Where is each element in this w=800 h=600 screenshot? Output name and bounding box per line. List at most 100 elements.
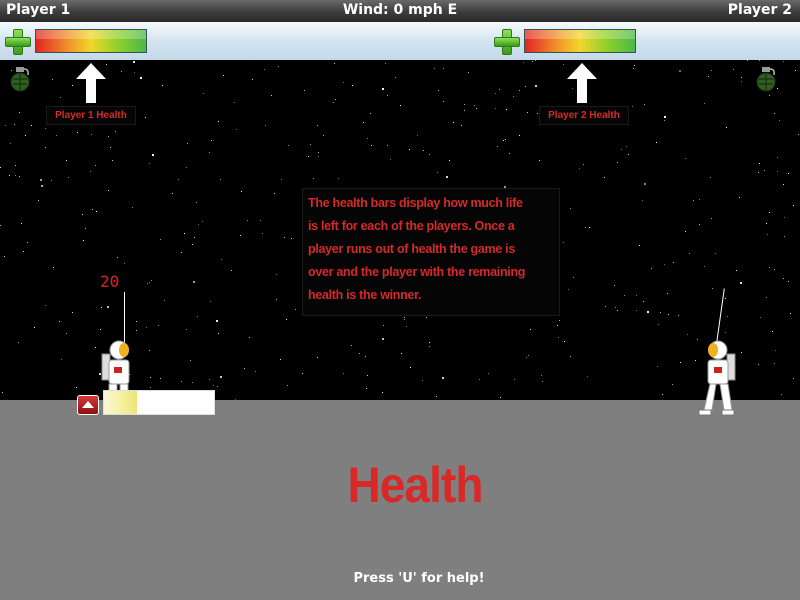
star	[464, 104, 465, 105]
star	[385, 63, 386, 64]
info-line: health is the winner.	[308, 288, 422, 302]
player1-up-arrow-icon	[76, 63, 106, 103]
star	[76, 387, 77, 388]
star	[769, 267, 770, 268]
wind-readout: Wind: 0 mph E	[342, 2, 458, 18]
star	[186, 329, 187, 330]
star	[31, 125, 32, 126]
star	[264, 69, 265, 70]
star	[777, 88, 778, 89]
star	[628, 154, 629, 155]
star	[585, 227, 586, 228]
star	[317, 125, 318, 126]
star	[108, 136, 109, 137]
star	[190, 360, 191, 361]
star	[758, 172, 759, 173]
star	[52, 79, 53, 80]
star	[223, 75, 224, 76]
star	[83, 240, 84, 241]
star	[255, 371, 256, 372]
star	[673, 262, 674, 263]
star	[51, 180, 52, 181]
star	[276, 274, 277, 275]
star	[365, 356, 366, 357]
star	[579, 168, 580, 169]
star	[788, 281, 789, 282]
star	[18, 342, 19, 343]
star	[651, 268, 652, 269]
star	[209, 379, 210, 380]
star	[685, 231, 686, 232]
star	[662, 394, 663, 395]
star	[634, 65, 635, 66]
star	[436, 396, 437, 397]
star	[45, 305, 46, 306]
star	[759, 163, 760, 164]
star	[211, 140, 212, 141]
star	[66, 333, 67, 334]
star	[271, 95, 272, 96]
player2-grenade-icon[interactable]	[755, 66, 777, 92]
star	[192, 382, 193, 383]
star	[383, 325, 384, 326]
star	[774, 269, 775, 270]
star	[699, 199, 700, 200]
star	[499, 89, 500, 90]
star	[192, 244, 193, 245]
star	[615, 307, 616, 308]
info-line: is left for each of the players. Once a	[308, 219, 515, 233]
star	[793, 378, 794, 379]
star	[766, 297, 767, 298]
star	[783, 184, 784, 185]
star	[795, 70, 796, 71]
star	[727, 316, 728, 317]
star	[798, 134, 799, 135]
info-line: The health bars display how much life	[308, 196, 523, 210]
star	[45, 147, 46, 148]
star	[136, 330, 137, 331]
star	[733, 69, 734, 70]
player2-astronaut[interactable]	[697, 340, 737, 416]
star	[741, 81, 742, 82]
star	[589, 227, 590, 228]
star	[570, 356, 571, 357]
star	[704, 266, 705, 267]
star	[390, 159, 391, 160]
star	[152, 154, 154, 156]
star	[164, 300, 165, 301]
star	[318, 156, 319, 157]
star	[77, 132, 78, 133]
star	[559, 320, 560, 321]
star	[711, 70, 712, 71]
power-increase-button[interactable]	[77, 395, 99, 415]
star	[244, 368, 245, 369]
star	[461, 125, 462, 126]
star	[149, 163, 150, 164]
star	[91, 134, 92, 135]
power-meter-fill	[104, 391, 137, 414]
star	[85, 228, 86, 229]
star	[203, 93, 204, 94]
star	[570, 208, 571, 209]
tutorial-title: Health	[347, 457, 483, 513]
star	[218, 121, 219, 122]
star	[96, 211, 97, 212]
star	[132, 207, 133, 208]
star	[626, 146, 627, 147]
star	[181, 381, 182, 382]
star	[678, 315, 679, 316]
player1-plus-icon	[5, 29, 31, 55]
star	[366, 388, 367, 389]
star	[59, 321, 60, 322]
star	[614, 285, 615, 286]
star	[38, 200, 39, 201]
star	[240, 235, 241, 236]
star	[497, 146, 498, 147]
star	[535, 60, 536, 61]
star	[587, 376, 588, 377]
star	[23, 251, 24, 252]
star	[95, 165, 96, 166]
star	[216, 320, 218, 322]
star	[783, 278, 784, 279]
player1-grenade-icon[interactable]	[9, 66, 31, 92]
